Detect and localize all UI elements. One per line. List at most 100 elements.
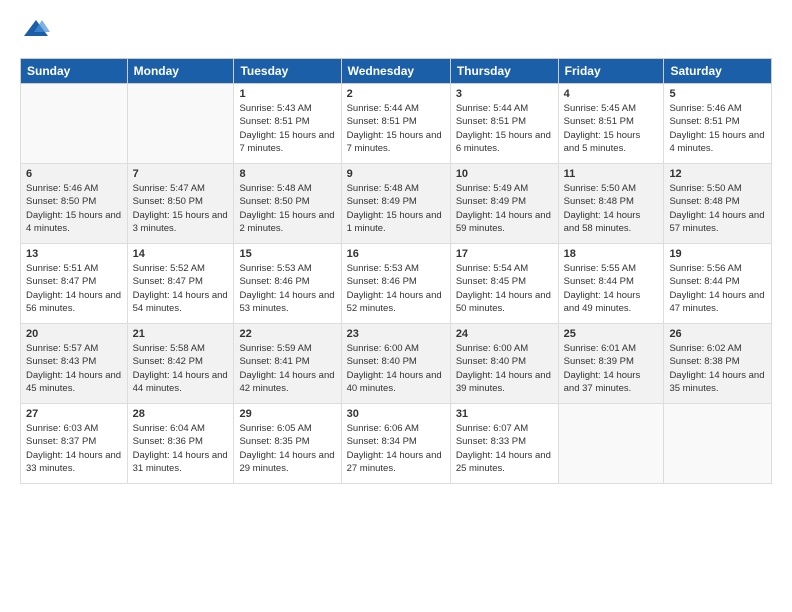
- calendar-cell: 20 Sunrise: 5:57 AM Sunset: 8:43 PM Dayli…: [21, 324, 128, 404]
- day-info: Sunrise: 5:45 AM Sunset: 8:51 PM Dayligh…: [564, 102, 659, 155]
- day-info: Sunrise: 6:07 AM Sunset: 8:33 PM Dayligh…: [456, 422, 553, 475]
- day-info: Sunrise: 5:51 AM Sunset: 8:47 PM Dayligh…: [26, 262, 122, 315]
- day-info: Sunrise: 5:44 AM Sunset: 8:51 PM Dayligh…: [456, 102, 553, 155]
- calendar-week-row: 13Sunrise: 5:51 AM Sunset: 8:47 PM Dayli…: [21, 244, 772, 324]
- calendar-cell: 23 Sunrise: 6:00 AM Sunset: 8:40 PM Dayli…: [341, 324, 450, 404]
- day-number: 11: [564, 168, 659, 180]
- calendar-cell: 17Sunrise: 5:54 AM Sunset: 8:45 PM Dayli…: [450, 244, 558, 324]
- calendar-cell: 27 Sunrise: 6:03 AM Sunset: 8:37 PM Dayli…: [21, 404, 128, 484]
- day-number: 20: [26, 328, 122, 340]
- calendar-cell: 4 Sunrise: 5:45 AM Sunset: 8:51 PM Daylig…: [558, 84, 664, 164]
- calendar-cell: 31 Sunrise: 6:07 AM Sunset: 8:33 PM Dayli…: [450, 404, 558, 484]
- calendar-cell: 6 Sunrise: 5:46 AM Sunset: 8:50 PM Daylig…: [21, 164, 128, 244]
- day-info: Sunrise: 6:04 AM Sunset: 8:36 PM Dayligh…: [133, 422, 229, 475]
- calendar-header-sunday: Sunday: [21, 59, 128, 84]
- calendar-header-row: SundayMondayTuesdayWednesdayThursdayFrid…: [21, 59, 772, 84]
- calendar-table: SundayMondayTuesdayWednesdayThursdayFrid…: [20, 58, 772, 484]
- logo-icon: [20, 16, 52, 48]
- day-number: 26: [669, 328, 766, 340]
- calendar-header-thursday: Thursday: [450, 59, 558, 84]
- day-info: Sunrise: 5:43 AM Sunset: 8:51 PM Dayligh…: [239, 102, 335, 155]
- calendar-cell: 13Sunrise: 5:51 AM Sunset: 8:47 PM Dayli…: [21, 244, 128, 324]
- calendar-cell: 22Sunrise: 5:59 AM Sunset: 8:41 PM Dayli…: [234, 324, 341, 404]
- calendar-cell: 3 Sunrise: 5:44 AM Sunset: 8:51 PM Daylig…: [450, 84, 558, 164]
- day-number: 22: [239, 328, 335, 340]
- calendar-cell: 26Sunrise: 6:02 AM Sunset: 8:38 PM Dayli…: [664, 324, 772, 404]
- day-info: Sunrise: 5:53 AM Sunset: 8:46 PM Dayligh…: [239, 262, 335, 315]
- calendar-cell: 30 Sunrise: 6:06 AM Sunset: 8:34 PM Dayli…: [341, 404, 450, 484]
- day-info: Sunrise: 5:53 AM Sunset: 8:46 PM Dayligh…: [347, 262, 445, 315]
- day-info: Sunrise: 6:03 AM Sunset: 8:37 PM Dayligh…: [26, 422, 122, 475]
- day-number: 3: [456, 88, 553, 100]
- calendar-cell: 11 Sunrise: 5:50 AM Sunset: 8:48 PM Dayli…: [558, 164, 664, 244]
- day-number: 27: [26, 408, 122, 420]
- day-info: Sunrise: 5:58 AM Sunset: 8:42 PM Dayligh…: [133, 342, 229, 395]
- calendar-header-friday: Friday: [558, 59, 664, 84]
- calendar-cell: [558, 404, 664, 484]
- day-info: Sunrise: 6:01 AM Sunset: 8:39 PM Dayligh…: [564, 342, 659, 395]
- calendar-header-saturday: Saturday: [664, 59, 772, 84]
- day-number: 5: [669, 88, 766, 100]
- calendar-week-row: 27 Sunrise: 6:03 AM Sunset: 8:37 PM Dayli…: [21, 404, 772, 484]
- day-info: Sunrise: 6:00 AM Sunset: 8:40 PM Dayligh…: [456, 342, 553, 395]
- calendar-week-row: 20 Sunrise: 5:57 AM Sunset: 8:43 PM Dayli…: [21, 324, 772, 404]
- calendar-cell: 24 Sunrise: 6:00 AM Sunset: 8:40 PM Dayli…: [450, 324, 558, 404]
- day-info: Sunrise: 6:00 AM Sunset: 8:40 PM Dayligh…: [347, 342, 445, 395]
- day-number: 21: [133, 328, 229, 340]
- day-number: 4: [564, 88, 659, 100]
- day-number: 30: [347, 408, 445, 420]
- day-number: 14: [133, 248, 229, 260]
- day-info: Sunrise: 5:54 AM Sunset: 8:45 PM Dayligh…: [456, 262, 553, 315]
- calendar-cell: 2 Sunrise: 5:44 AM Sunset: 8:51 PM Daylig…: [341, 84, 450, 164]
- calendar-header-monday: Monday: [127, 59, 234, 84]
- calendar-cell: 15 Sunrise: 5:53 AM Sunset: 8:46 PM Dayli…: [234, 244, 341, 324]
- day-number: 23: [347, 328, 445, 340]
- day-info: Sunrise: 5:56 AM Sunset: 8:44 PM Dayligh…: [669, 262, 766, 315]
- day-info: Sunrise: 5:44 AM Sunset: 8:51 PM Dayligh…: [347, 102, 445, 155]
- calendar-cell: 1 Sunrise: 5:43 AM Sunset: 8:51 PM Daylig…: [234, 84, 341, 164]
- calendar-week-row: 1 Sunrise: 5:43 AM Sunset: 8:51 PM Daylig…: [21, 84, 772, 164]
- day-info: Sunrise: 5:48 AM Sunset: 8:49 PM Dayligh…: [347, 182, 445, 235]
- day-number: 16: [347, 248, 445, 260]
- calendar-cell: 7 Sunrise: 5:47 AM Sunset: 8:50 PM Daylig…: [127, 164, 234, 244]
- logo: [20, 16, 58, 48]
- calendar-cell: [664, 404, 772, 484]
- day-info: Sunrise: 5:47 AM Sunset: 8:50 PM Dayligh…: [133, 182, 229, 235]
- day-info: Sunrise: 5:55 AM Sunset: 8:44 PM Dayligh…: [564, 262, 659, 315]
- calendar-cell: [21, 84, 128, 164]
- day-number: 9: [347, 168, 445, 180]
- calendar-cell: 28Sunrise: 6:04 AM Sunset: 8:36 PM Dayli…: [127, 404, 234, 484]
- day-info: Sunrise: 5:57 AM Sunset: 8:43 PM Dayligh…: [26, 342, 122, 395]
- calendar-header-tuesday: Tuesday: [234, 59, 341, 84]
- calendar-cell: 21 Sunrise: 5:58 AM Sunset: 8:42 PM Dayli…: [127, 324, 234, 404]
- day-number: 24: [456, 328, 553, 340]
- day-info: Sunrise: 5:49 AM Sunset: 8:49 PM Dayligh…: [456, 182, 553, 235]
- day-number: 31: [456, 408, 553, 420]
- calendar-cell: 5 Sunrise: 5:46 AM Sunset: 8:51 PM Daylig…: [664, 84, 772, 164]
- calendar-cell: [127, 84, 234, 164]
- day-number: 25: [564, 328, 659, 340]
- day-info: Sunrise: 5:46 AM Sunset: 8:51 PM Dayligh…: [669, 102, 766, 155]
- day-number: 7: [133, 168, 229, 180]
- day-number: 18: [564, 248, 659, 260]
- calendar-cell: 12Sunrise: 5:50 AM Sunset: 8:48 PM Dayli…: [664, 164, 772, 244]
- calendar-cell: 14 Sunrise: 5:52 AM Sunset: 8:47 PM Dayli…: [127, 244, 234, 324]
- day-number: 1: [239, 88, 335, 100]
- day-info: Sunrise: 5:50 AM Sunset: 8:48 PM Dayligh…: [564, 182, 659, 235]
- calendar-header-wednesday: Wednesday: [341, 59, 450, 84]
- calendar-week-row: 6 Sunrise: 5:46 AM Sunset: 8:50 PM Daylig…: [21, 164, 772, 244]
- calendar-cell: 16 Sunrise: 5:53 AM Sunset: 8:46 PM Dayli…: [341, 244, 450, 324]
- day-number: 12: [669, 168, 766, 180]
- calendar-cell: 29Sunrise: 6:05 AM Sunset: 8:35 PM Dayli…: [234, 404, 341, 484]
- day-info: Sunrise: 6:06 AM Sunset: 8:34 PM Dayligh…: [347, 422, 445, 475]
- day-info: Sunrise: 5:46 AM Sunset: 8:50 PM Dayligh…: [26, 182, 122, 235]
- day-number: 2: [347, 88, 445, 100]
- header: [20, 16, 772, 48]
- calendar-cell: 10Sunrise: 5:49 AM Sunset: 8:49 PM Dayli…: [450, 164, 558, 244]
- day-number: 6: [26, 168, 122, 180]
- day-info: Sunrise: 5:52 AM Sunset: 8:47 PM Dayligh…: [133, 262, 229, 315]
- day-number: 29: [239, 408, 335, 420]
- day-number: 15: [239, 248, 335, 260]
- page: SundayMondayTuesdayWednesdayThursdayFrid…: [0, 0, 792, 612]
- day-number: 19: [669, 248, 766, 260]
